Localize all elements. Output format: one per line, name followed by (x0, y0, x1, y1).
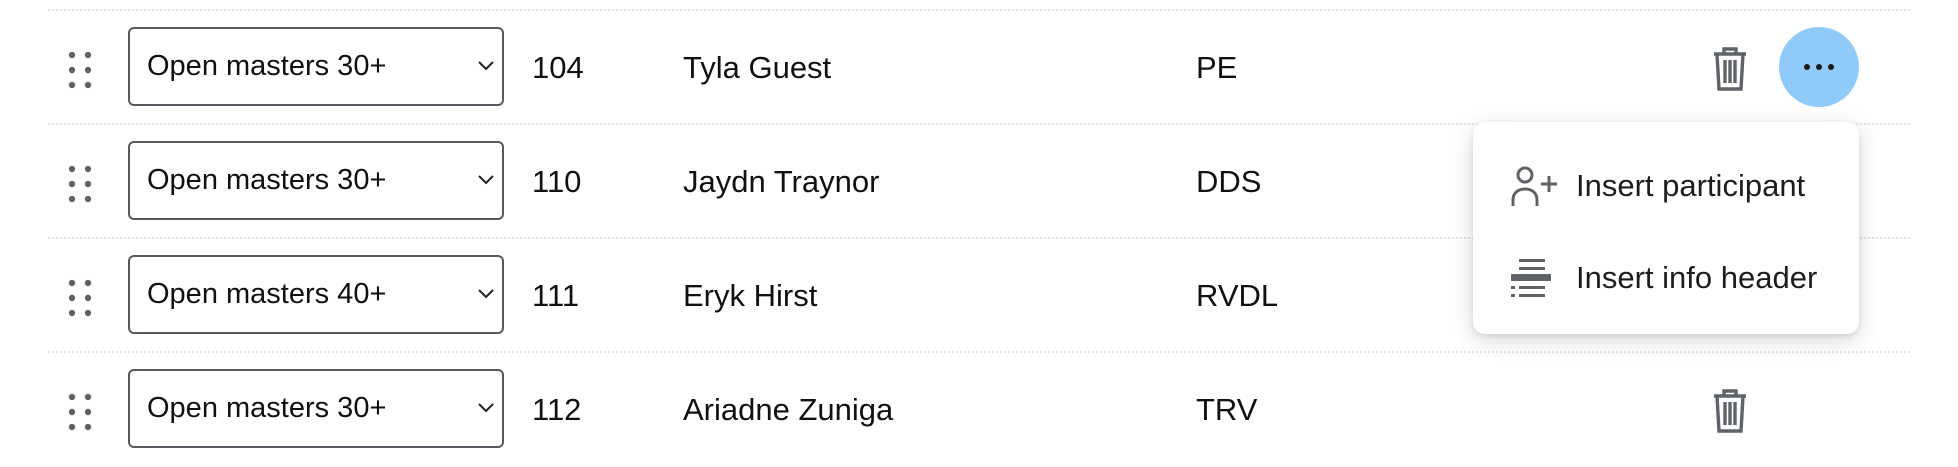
chevron-down-icon (476, 171, 496, 187)
club-code: DDS (1196, 164, 1262, 199)
list-header-icon (1511, 256, 1561, 300)
drag-handle-icon[interactable] (68, 393, 92, 431)
bib-number: 110 (532, 164, 582, 199)
menu-item-label: Insert participant (1576, 168, 1806, 203)
table-row: Open masters 30+ 104 Tyla Guest PE (48, 9, 1910, 123)
participant-name: Ariadne Zuniga (683, 392, 894, 427)
bib-number: 104 (532, 50, 584, 85)
more-horizontal-icon (1804, 64, 1834, 70)
participant-name: Tyla Guest (683, 50, 832, 85)
trash-icon[interactable] (1708, 45, 1752, 93)
drag-handle-icon[interactable] (68, 51, 92, 89)
menu-item-insert-info-header[interactable]: Insert info header (1473, 240, 1859, 316)
drag-handle-icon[interactable] (68, 279, 92, 317)
bib-number: 112 (532, 392, 582, 427)
row-actions-menu: Insert participant Insert info header (1473, 122, 1859, 334)
menu-item-label: Insert info header (1576, 260, 1818, 295)
bib-number: 111 (532, 278, 580, 313)
category-select[interactable]: Open masters 30+ (128, 27, 504, 106)
more-actions-button[interactable] (1779, 27, 1859, 107)
club-code: PE (1196, 50, 1238, 85)
drag-handle-icon[interactable] (68, 165, 92, 203)
category-select[interactable]: Open masters 40+ (128, 255, 504, 334)
participant-name: Jaydn Traynor (683, 164, 880, 199)
menu-item-insert-participant[interactable]: Insert participant (1473, 148, 1859, 224)
trash-icon[interactable] (1708, 387, 1752, 435)
chevron-down-icon (476, 57, 496, 73)
club-code: TRV (1196, 392, 1258, 427)
category-select[interactable]: Open masters 30+ (128, 141, 504, 220)
table-row: Open masters 30+ 112 Ariadne Zuniga TRV (48, 351, 1910, 465)
category-value: Open masters 30+ (147, 392, 387, 424)
category-value: Open masters 40+ (147, 278, 387, 310)
category-value: Open masters 30+ (147, 50, 387, 82)
chevron-down-icon (476, 399, 496, 415)
participant-name: Eryk Hirst (683, 278, 818, 313)
category-select[interactable]: Open masters 30+ (128, 369, 504, 448)
club-code: RVDL (1196, 278, 1279, 313)
chevron-down-icon (476, 285, 496, 301)
person-add-icon (1511, 164, 1561, 208)
category-value: Open masters 30+ (147, 164, 387, 196)
